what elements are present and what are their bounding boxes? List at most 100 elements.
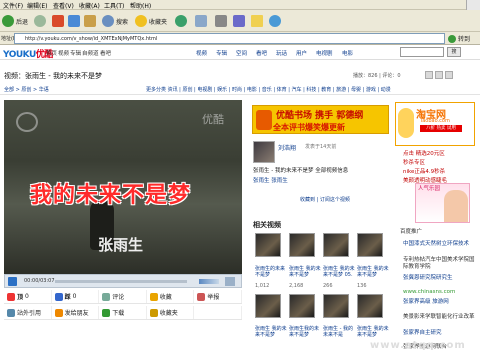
promo-link[interactable]: 点击 精选20元区	[403, 149, 479, 157]
print-icon	[215, 15, 227, 27]
messenger-icon	[269, 15, 281, 27]
go-button[interactable]: 转到	[448, 33, 478, 44]
nav2-album[interactable]: 专辑	[216, 49, 227, 57]
report-button[interactable]: 举报	[194, 290, 242, 303]
nav-channel[interactable]: 自频道	[82, 49, 99, 57]
related-heading: 相关视频	[253, 221, 281, 229]
site-search-button[interactable]: 搜	[447, 47, 461, 57]
mail-icon	[195, 15, 207, 27]
play-button[interactable]	[8, 277, 17, 286]
add-favorites-button[interactable]: 收藏夹	[147, 306, 195, 319]
related-thumbnail[interactable]	[255, 294, 281, 318]
mail-button[interactable]	[195, 13, 207, 29]
folder-icon	[251, 15, 263, 27]
singer-caption: 张雨生	[98, 236, 144, 254]
edit-button[interactable]	[233, 13, 245, 29]
address-input[interactable]: http://v.youku.com/v_show/id_XMTExNjMyMT…	[14, 33, 445, 44]
share-icon[interactable]	[435, 71, 443, 79]
folder-button[interactable]	[251, 13, 263, 29]
progress-bar[interactable]	[55, 280, 187, 283]
uploader-name[interactable]: 刘浩翔	[278, 143, 296, 152]
related-title[interactable]: 张雨生 我的未来不是梦	[357, 266, 391, 278]
stop-button[interactable]	[52, 13, 64, 29]
site-search-input[interactable]	[400, 47, 444, 57]
menu-view[interactable]: 查看(V)	[53, 1, 74, 10]
promo-link[interactable]: 秒杀专区	[403, 158, 479, 166]
category-links[interactable]: 更多分类 资讯 | 原创 | 电视剧 | 娱乐 | 时尚 | 电影 | 音乐 |…	[146, 86, 391, 93]
right-link[interactable]: 专利热帖汽车中国美术学院国际教育学院	[403, 257, 479, 271]
nav2-movie[interactable]: 电影	[342, 49, 353, 57]
messenger-button[interactable]	[269, 13, 281, 29]
share-icon[interactable]	[425, 71, 433, 79]
nav2-space[interactable]: 空间	[236, 49, 247, 57]
related-title[interactable]: 张雨生的未来不是梦	[255, 266, 289, 278]
favorite-button[interactable]: 收藏	[147, 290, 195, 303]
share-icon[interactable]	[445, 71, 453, 79]
comment-button[interactable]: 评论	[99, 290, 147, 303]
forward-button[interactable]	[34, 13, 46, 29]
right-link[interactable]: 张家界高级 旅游网	[403, 299, 479, 306]
nav-kanba[interactable]: 看吧	[100, 49, 111, 57]
taobao-ad[interactable]: 淘宝网 Taobao.com 八折 热卖 试用	[395, 102, 475, 146]
uploader-avatar[interactable]	[253, 141, 275, 163]
menu-edit[interactable]: 编辑(E)	[27, 1, 47, 10]
back-button[interactable]: 后退	[2, 13, 28, 29]
menu-tools[interactable]: 工具(T)	[104, 1, 124, 10]
breadcrumb[interactable]: 全部 > 原创 > 华语	[4, 86, 49, 93]
right-link[interactable]: 中国漆式天然树立环保技术	[403, 241, 479, 248]
volume-slider[interactable]	[199, 279, 219, 284]
right-link[interactable]: www.chinasns.com	[403, 289, 479, 296]
fullscreen-button[interactable]	[225, 277, 235, 286]
downvote-button[interactable]: 踩0	[52, 290, 100, 303]
ad-banner[interactable]: 优酷书场 携手 郭德纲 全本评书爆笑爆更新	[252, 105, 389, 134]
address-bar: 地址(D) http://v.youku.com/v_show/id_XMTEx…	[0, 32, 480, 45]
menu-help[interactable]: 帮助(H)	[130, 1, 151, 10]
related-thumbnail[interactable]	[357, 294, 383, 318]
send-friend-button[interactable]: 发给朋友	[52, 306, 100, 319]
nav-video[interactable]: 视频	[58, 49, 69, 57]
right-link[interactable]: 张家界自主研究	[403, 330, 479, 337]
promo-link[interactable]: nike正品4.9秒杀	[403, 167, 479, 175]
promo-text: 人气乐园	[418, 186, 441, 192]
embed-button[interactable]: 站外引用	[4, 306, 52, 319]
download-button[interactable]: 下载	[99, 306, 147, 319]
refresh-button[interactable]	[68, 13, 80, 29]
related-thumbnail[interactable]	[323, 294, 349, 318]
nav-album[interactable]: 专辑	[70, 49, 81, 57]
action-row-2: 站外引用 发给朋友 下载 收藏夹	[4, 306, 242, 320]
related-title[interactable]: 张雨生 我的未来不是梦	[289, 266, 323, 278]
menu-bar: 文件(F) 编辑(E) 查看(V) 收藏(A) 工具(T) 帮助(H)	[0, 0, 480, 10]
favorite-links[interactable]: 收藏到 | 订阅这个视频	[300, 196, 350, 203]
right-link[interactable]: 张冀恩研究院研究生	[403, 275, 479, 282]
media-button[interactable]	[175, 13, 187, 29]
promo-box[interactable]: 人气乐园	[415, 183, 470, 223]
related-title[interactable]: 张雨生 我的未来不是梦	[255, 326, 289, 338]
related-title[interactable]: 张雨生 我的未来不是梦 05.	[323, 266, 357, 278]
web-page: YOUKU优酷 首页 视频 专辑 自频道 看吧 视频 专辑 空间 看吧 玩话 用…	[0, 45, 480, 360]
right-link[interactable]: 美景影来学联智能化行业改革	[403, 314, 479, 321]
related-title[interactable]: 张雨生 - 我的未来不是	[323, 326, 357, 338]
related-thumbnail[interactable]	[289, 294, 315, 318]
more-button[interactable]	[194, 306, 242, 319]
nav2-talk[interactable]: 玩话	[276, 49, 287, 57]
upvote-button[interactable]: 顶0	[4, 290, 52, 303]
nav2-kanba[interactable]: 看吧	[256, 49, 267, 57]
menu-favorites[interactable]: 收藏(A)	[79, 1, 100, 10]
related-thumbnail[interactable]	[255, 233, 281, 257]
menu-file[interactable]: 文件(F)	[3, 1, 23, 10]
search-button[interactable]: 搜索	[102, 13, 128, 29]
nav-home[interactable]: 首页	[46, 49, 57, 57]
related-thumbnail[interactable]	[289, 233, 315, 257]
related-thumbnail[interactable]	[323, 233, 349, 257]
nav2-tv[interactable]: 电视剧	[316, 49, 333, 57]
related-title[interactable]: 张雨生 我的未来不是梦	[357, 326, 391, 338]
video-player[interactable]: 优酷 我的未来不是梦 张雨生	[4, 100, 242, 274]
nav2-video[interactable]: 视频	[196, 49, 207, 57]
related-title[interactable]: 张雨生我的未来不是梦	[289, 326, 323, 338]
print-button[interactable]	[215, 13, 227, 29]
video-tags[interactable]: 张雨生 张雨生	[253, 176, 288, 184]
home-button[interactable]	[84, 13, 96, 29]
nav2-user[interactable]: 用户	[296, 49, 307, 57]
favorites-button[interactable]: 收藏夹	[135, 13, 167, 29]
related-thumbnail[interactable]	[357, 233, 383, 257]
